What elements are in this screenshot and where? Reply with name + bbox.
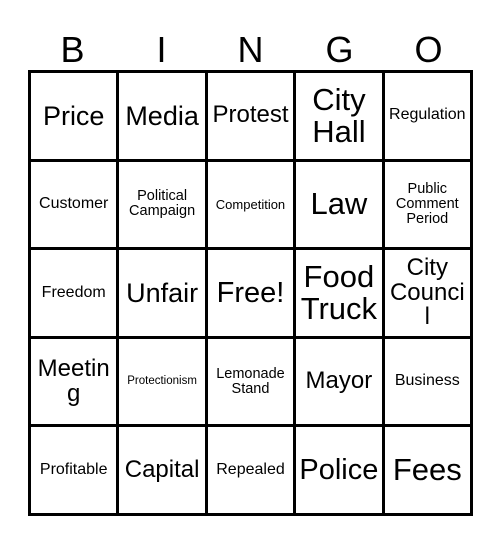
bingo-cell-r4c5[interactable]: Business xyxy=(384,338,473,428)
bingo-cell-r2c5[interactable]: Public Comment Period xyxy=(384,161,473,251)
bingo-cell-r3c1[interactable]: Freedom xyxy=(31,250,120,339)
bingo-cell-r5c4[interactable]: Police xyxy=(296,427,385,516)
bingo-cell-label: Free! xyxy=(216,276,285,309)
bingo-cell-label: Business xyxy=(394,372,460,390)
bingo-cell-label: Mayor xyxy=(305,367,373,395)
bingo-cell-label: Law xyxy=(310,186,368,222)
bingo-cell-r3c2[interactable]: Unfair xyxy=(119,250,208,339)
bingo-cell-r3c3[interactable]: Free! xyxy=(207,250,297,339)
bingo-cell-label: Regulation xyxy=(389,106,466,124)
bingo-cell-label: Police xyxy=(299,454,379,487)
bingo-cell-r2c2[interactable]: Political Campaign xyxy=(119,161,208,251)
bingo-cell-label: Competition xyxy=(215,196,286,212)
bingo-cell-r2c4[interactable]: Law xyxy=(296,161,385,251)
bingo-cell-label: Protest xyxy=(212,101,289,129)
bingo-cell-r5c1[interactable]: Profitable xyxy=(31,427,120,516)
bingo-cell-label: Protectionism xyxy=(127,374,197,387)
bingo-cell-label: Political Campaign xyxy=(129,188,196,220)
bingo-cell-label: Meeting xyxy=(37,354,110,407)
bingo-cell-label: Lemonade Stand xyxy=(216,365,285,397)
bingo-cell-label: Food Truck xyxy=(300,258,378,326)
bingo-header-letter-n: N xyxy=(237,29,264,70)
bingo-cell-r4c2[interactable]: Protectionism xyxy=(119,338,208,428)
bingo-cell-label: Repealed xyxy=(216,460,285,478)
bingo-header-row: B I N G O xyxy=(28,18,473,70)
bingo-cell-r1c2[interactable]: Media xyxy=(119,73,208,162)
bingo-grid: Price Media Protest City Hall Regulation Cust… xyxy=(28,70,473,516)
bingo-cell-label: Media xyxy=(125,100,199,131)
bingo-cell-r4c3[interactable]: Lemonade Stand xyxy=(207,338,297,428)
bingo-cell-r4c4[interactable]: Mayor xyxy=(296,338,385,428)
bingo-cell-label: Unfair xyxy=(126,277,199,308)
bingo-header-letter-g: G xyxy=(325,29,354,70)
bingo-cell-label: Profitable xyxy=(39,460,108,478)
bingo-header-letter-o: O xyxy=(414,29,443,70)
bingo-cell-label: Fees xyxy=(392,452,462,488)
bingo-cell-r1c3[interactable]: Protest xyxy=(207,73,297,162)
bingo-cell-r3c5[interactable]: City Council xyxy=(384,250,473,339)
bingo-cell-r5c3[interactable]: Repealed xyxy=(207,427,297,516)
bingo-cell-r2c1[interactable]: Customer xyxy=(31,161,120,251)
bingo-cell-label: Customer xyxy=(39,195,109,213)
bingo-cell-label: Freedom xyxy=(41,283,106,301)
bingo-cell-r5c2[interactable]: Capital xyxy=(119,427,208,516)
bingo-cell-r4c1[interactable]: Meeting xyxy=(31,338,120,428)
bingo-header-letter-i: I xyxy=(156,29,167,70)
bingo-cell-r3c4[interactable]: Food Truck xyxy=(296,250,385,339)
bingo-cell-r1c1[interactable]: Price xyxy=(31,73,120,162)
bingo-header-letter-b: B xyxy=(60,29,85,70)
bingo-cell-label: Public Comment Period xyxy=(395,180,459,227)
bingo-cell-r2c3[interactable]: Competition xyxy=(207,161,297,251)
bingo-card: B I N G O Price Media Protest City Hall Regu… xyxy=(0,0,501,544)
bingo-cell-label: City Hall xyxy=(312,81,366,149)
bingo-cell-label: Capital xyxy=(124,455,200,483)
bingo-cell-r1c5[interactable]: Regulation xyxy=(384,73,473,162)
bingo-cell-label: Price xyxy=(42,100,105,131)
bingo-cell-r1c4[interactable]: City Hall xyxy=(296,73,385,162)
bingo-cell-label: City Council xyxy=(389,253,465,331)
bingo-cell-r5c5[interactable]: Fees xyxy=(384,427,473,516)
